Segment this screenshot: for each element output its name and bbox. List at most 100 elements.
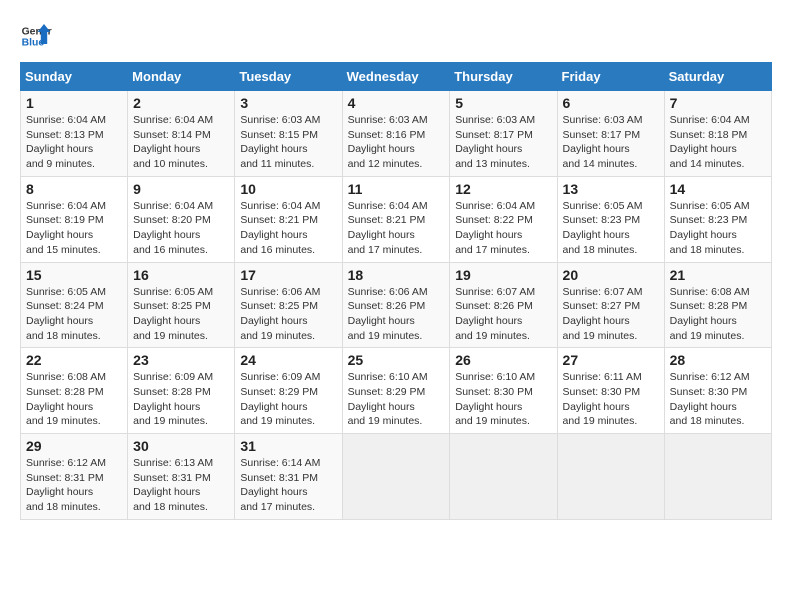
- calendar-week-2: 8 Sunrise: 6:04 AMSunset: 8:19 PMDaylight…: [21, 176, 772, 262]
- calendar-day-18: 18 Sunrise: 6:06 AMSunset: 8:26 PMDayligh…: [342, 262, 450, 348]
- day-number: 6: [563, 95, 659, 111]
- day-detail: Sunrise: 6:04 AMSunset: 8:22 PMDaylight …: [455, 200, 535, 256]
- calendar-day-22: 22Sunrise: 6:08 AMSunset: 8:28 PMDayligh…: [21, 348, 128, 434]
- day-detail: Sunrise: 6:04 AMSunset: 8:20 PMDaylight …: [133, 200, 213, 256]
- day-number: 20: [563, 267, 659, 283]
- calendar-day-31: 31 Sunrise: 6:14 AMSunset: 8:31 PMDayligh…: [235, 434, 342, 520]
- calendar-header-sunday: Sunday: [21, 63, 128, 91]
- calendar-day-27: 27 Sunrise: 6:11 AMSunset: 8:30 PMDayligh…: [557, 348, 664, 434]
- day-number: 18: [348, 267, 445, 283]
- day-number: 11: [348, 181, 445, 197]
- day-number: 12: [455, 181, 551, 197]
- calendar-day-16: 16Sunrise: 6:05 AMSunset: 8:25 PMDayligh…: [128, 262, 235, 348]
- day-detail: Sunrise: 6:12 AMSunset: 8:31 PMDaylight …: [26, 457, 106, 513]
- day-detail: Sunrise: 6:14 AMSunset: 8:31 PMDaylight …: [240, 457, 320, 513]
- calendar-header-thursday: Thursday: [450, 63, 557, 91]
- day-number: 29: [26, 438, 122, 454]
- calendar-day-empty: [342, 434, 450, 520]
- calendar-day-2: 2 Sunrise: 6:04 AMSunset: 8:14 PMDaylight…: [128, 91, 235, 177]
- day-number: 28: [670, 352, 766, 368]
- calendar-day-20: 20 Sunrise: 6:07 AMSunset: 8:27 PMDayligh…: [557, 262, 664, 348]
- calendar-header-friday: Friday: [557, 63, 664, 91]
- day-number: 31: [240, 438, 336, 454]
- calendar-week-4: 22Sunrise: 6:08 AMSunset: 8:28 PMDayligh…: [21, 348, 772, 434]
- day-number: 17: [240, 267, 336, 283]
- day-number: 5: [455, 95, 551, 111]
- day-detail: Sunrise: 6:03 AMSunset: 8:16 PMDaylight …: [348, 114, 428, 170]
- calendar-day-8: 8 Sunrise: 6:04 AMSunset: 8:19 PMDaylight…: [21, 176, 128, 262]
- day-detail: Sunrise: 6:10 AMSunset: 8:30 PMDaylight …: [455, 371, 535, 427]
- calendar-day-4: 4Sunrise: 6:03 AMSunset: 8:16 PMDaylight…: [342, 91, 450, 177]
- day-detail: Sunrise: 6:04 AMSunset: 8:19 PMDaylight …: [26, 200, 106, 256]
- day-number: 7: [670, 95, 766, 111]
- day-number: 8: [26, 181, 122, 197]
- day-detail: Sunrise: 6:04 AMSunset: 8:14 PMDaylight …: [133, 114, 213, 170]
- calendar-header-saturday: Saturday: [664, 63, 771, 91]
- logo-icon: General Blue: [20, 20, 52, 52]
- calendar-day-28: 28 Sunrise: 6:12 AMSunset: 8:30 PMDayligh…: [664, 348, 771, 434]
- calendar-day-11: 11 Sunrise: 6:04 AMSunset: 8:21 PMDayligh…: [342, 176, 450, 262]
- calendar-day-30: 30Sunrise: 6:13 AMSunset: 8:31 PMDayligh…: [128, 434, 235, 520]
- day-detail: Sunrise: 6:09 AMSunset: 8:29 PMDaylight …: [240, 371, 320, 427]
- day-number: 30: [133, 438, 229, 454]
- day-detail: Sunrise: 6:05 AMSunset: 8:23 PMDaylight …: [563, 200, 643, 256]
- day-detail: Sunrise: 6:03 AMSunset: 8:17 PMDaylight …: [563, 114, 643, 170]
- calendar-day-21: 21 Sunrise: 6:08 AMSunset: 8:28 PMDayligh…: [664, 262, 771, 348]
- calendar-day-15: 15 Sunrise: 6:05 AMSunset: 8:24 PMDayligh…: [21, 262, 128, 348]
- day-detail: Sunrise: 6:04 AMSunset: 8:18 PMDaylight …: [670, 114, 750, 170]
- calendar-day-24: 24 Sunrise: 6:09 AMSunset: 8:29 PMDayligh…: [235, 348, 342, 434]
- calendar-header-monday: Monday: [128, 63, 235, 91]
- day-number: 27: [563, 352, 659, 368]
- day-detail: Sunrise: 6:08 AMSunset: 8:28 PMDaylight …: [670, 286, 750, 342]
- calendar-day-23: 23 Sunrise: 6:09 AMSunset: 8:28 PMDayligh…: [128, 348, 235, 434]
- day-number: 15: [26, 267, 122, 283]
- calendar-day-3: 3Sunrise: 6:03 AMSunset: 8:15 PMDaylight…: [235, 91, 342, 177]
- day-detail: Sunrise: 6:09 AMSunset: 8:28 PMDaylight …: [133, 371, 213, 427]
- calendar-day-7: 7 Sunrise: 6:04 AMSunset: 8:18 PMDaylight…: [664, 91, 771, 177]
- calendar-day-26: 26 Sunrise: 6:10 AMSunset: 8:30 PMDayligh…: [450, 348, 557, 434]
- calendar-header-wednesday: Wednesday: [342, 63, 450, 91]
- day-number: 25: [348, 352, 445, 368]
- day-number: 19: [455, 267, 551, 283]
- day-number: 24: [240, 352, 336, 368]
- day-number: 26: [455, 352, 551, 368]
- calendar-day-19: 19Sunrise: 6:07 AMSunset: 8:26 PMDayligh…: [450, 262, 557, 348]
- day-detail: Sunrise: 6:03 AMSunset: 8:15 PMDaylight …: [240, 114, 320, 170]
- header: General Blue: [20, 20, 772, 52]
- calendar-header-tuesday: Tuesday: [235, 63, 342, 91]
- day-detail: Sunrise: 6:07 AMSunset: 8:27 PMDaylight …: [563, 286, 643, 342]
- day-detail: Sunrise: 6:05 AMSunset: 8:24 PMDaylight …: [26, 286, 106, 342]
- calendar-week-3: 15 Sunrise: 6:05 AMSunset: 8:24 PMDayligh…: [21, 262, 772, 348]
- day-detail: Sunrise: 6:12 AMSunset: 8:30 PMDaylight …: [670, 371, 750, 427]
- day-detail: Sunrise: 6:10 AMSunset: 8:29 PMDaylight …: [348, 371, 428, 427]
- calendar-day-29: 29 Sunrise: 6:12 AMSunset: 8:31 PMDayligh…: [21, 434, 128, 520]
- day-number: 23: [133, 352, 229, 368]
- day-detail: Sunrise: 6:11 AMSunset: 8:30 PMDaylight …: [563, 371, 642, 427]
- day-number: 16: [133, 267, 229, 283]
- calendar: SundayMondayTuesdayWednesdayThursdayFrid…: [20, 62, 772, 520]
- calendar-day-empty: [450, 434, 557, 520]
- day-number: 22: [26, 352, 122, 368]
- calendar-day-empty: [557, 434, 664, 520]
- day-detail: Sunrise: 6:04 AMSunset: 8:21 PMDaylight …: [348, 200, 428, 256]
- calendar-day-17: 17 Sunrise: 6:06 AMSunset: 8:25 PMDayligh…: [235, 262, 342, 348]
- logo: General Blue: [20, 20, 52, 52]
- day-number: 2: [133, 95, 229, 111]
- day-number: 21: [670, 267, 766, 283]
- day-number: 10: [240, 181, 336, 197]
- calendar-day-5: 5Sunrise: 6:03 AMSunset: 8:17 PMDaylight…: [450, 91, 557, 177]
- calendar-week-1: 1 Sunrise: 6:04 AMSunset: 8:13 PMDaylight…: [21, 91, 772, 177]
- day-number: 14: [670, 181, 766, 197]
- calendar-day-14: 14Sunrise: 6:05 AMSunset: 8:23 PMDayligh…: [664, 176, 771, 262]
- calendar-day-25: 25 Sunrise: 6:10 AMSunset: 8:29 PMDayligh…: [342, 348, 450, 434]
- day-number: 9: [133, 181, 229, 197]
- day-number: 13: [563, 181, 659, 197]
- calendar-day-6: 6 Sunrise: 6:03 AMSunset: 8:17 PMDaylight…: [557, 91, 664, 177]
- calendar-day-empty: [664, 434, 771, 520]
- day-detail: Sunrise: 6:04 AMSunset: 8:13 PMDaylight …: [26, 114, 106, 170]
- day-detail: Sunrise: 6:06 AMSunset: 8:25 PMDaylight …: [240, 286, 320, 342]
- calendar-day-1: 1 Sunrise: 6:04 AMSunset: 8:13 PMDaylight…: [21, 91, 128, 177]
- calendar-day-10: 10Sunrise: 6:04 AMSunset: 8:21 PMDayligh…: [235, 176, 342, 262]
- day-detail: Sunrise: 6:06 AMSunset: 8:26 PMDaylight …: [348, 286, 428, 342]
- day-number: 1: [26, 95, 122, 111]
